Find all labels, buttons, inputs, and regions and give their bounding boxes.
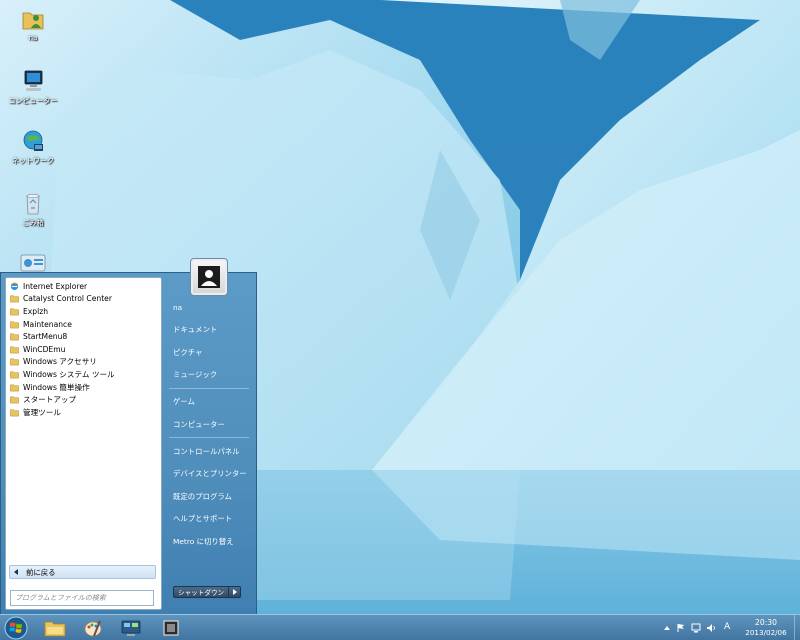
program-item-explzh[interactable]: Explzh (8, 305, 159, 318)
desktop-icon-network[interactable]: ネットワーク (8, 128, 58, 166)
desktop-icon-shortcut[interactable] (20, 254, 46, 272)
menu-item-switch-to-metro[interactable]: Metro に切り替え (169, 532, 251, 550)
taskbar-paint-button[interactable] (76, 617, 110, 639)
program-item-ease-of-access[interactable]: Windows 簡単操作 (8, 381, 159, 394)
ie-icon (10, 282, 19, 290)
taskbar: A 20:30 2013/02/06 (0, 614, 800, 640)
program-item-admin-tools[interactable]: 管理ツール (8, 406, 159, 419)
search-input[interactable] (10, 590, 154, 606)
start-menu-app-icon (20, 254, 46, 272)
menu-item-music[interactable]: ミュージック (169, 365, 251, 383)
folder-icon (10, 308, 19, 316)
folder-icon (10, 321, 19, 328)
start-menu: Internet Explorer Catalyst Control Cente… (0, 259, 257, 614)
program-item-maintenance[interactable]: Maintenance (8, 318, 159, 331)
menu-item-control-panel[interactable]: コントロールパネル (169, 442, 251, 460)
taskbar-explorer-button[interactable] (38, 617, 72, 639)
folder-icon (10, 295, 19, 303)
shutdown-group: シャットダウン (173, 586, 242, 598)
taskbar-control-panel-button[interactable] (114, 617, 148, 639)
network-icon (23, 130, 43, 151)
desktop-icon-computer[interactable]: コンピューター (8, 68, 58, 106)
program-item-system-tools[interactable]: Windows システム ツール (8, 368, 159, 381)
computer-icon (24, 70, 43, 91)
folder-icon (10, 384, 19, 391)
menu-item-games[interactable]: ゲーム (169, 392, 251, 410)
menu-item-documents[interactable]: ドキュメント (169, 320, 251, 338)
program-item-startup[interactable]: スタートアップ (8, 393, 159, 406)
program-item-startmenu8[interactable]: StartMenu8 (8, 330, 159, 343)
show-hidden-icons-icon[interactable] (662, 623, 672, 633)
menu-separator (169, 388, 249, 389)
menu-item-pictures[interactable]: ピクチャ (169, 343, 251, 361)
menu-item-help-support[interactable]: ヘルプとサポート (169, 509, 251, 527)
program-item-accessories[interactable]: Windows アクセサリ (8, 356, 159, 369)
chevron-right-icon (232, 589, 237, 595)
folder-icon (10, 358, 19, 366)
volume-icon[interactable] (706, 623, 716, 633)
clock-time: 20:30 (755, 618, 777, 627)
system-clock[interactable]: 20:30 2013/02/06 (741, 618, 791, 638)
program-item-catalyst[interactable]: Catalyst Control Center (8, 293, 159, 306)
desktop-icon-recycle-bin[interactable]: ごみ箱 (8, 190, 58, 228)
desktop-icon-label: コンピューター (8, 97, 58, 105)
menu-item-computer[interactable]: コンピューター (169, 415, 251, 433)
user-silhouette-icon (198, 266, 220, 288)
back-button[interactable]: 前に戻る (9, 565, 156, 579)
menu-separator (169, 437, 249, 438)
start-menu-programs-pane: Internet Explorer Catalyst Control Cente… (5, 277, 162, 610)
folder-icon (10, 409, 19, 417)
menu-item-devices-printers[interactable]: デバイスとプリンター (169, 464, 251, 482)
shutdown-button[interactable]: シャットダウン (173, 586, 230, 598)
desktop-icon-user[interactable]: na (8, 6, 58, 42)
control-panel-icon (121, 620, 141, 636)
action-center-flag-icon[interactable] (676, 623, 686, 633)
start-button[interactable] (4, 616, 28, 640)
windows-logo-icon (4, 616, 28, 640)
menu-item-default-programs[interactable]: 既定のプログラム (169, 487, 251, 505)
back-arrow-icon (14, 569, 18, 575)
clock-date: 2013/02/06 (745, 628, 787, 637)
user-folder-icon (22, 12, 44, 30)
recycle-bin-icon (26, 194, 40, 215)
desktop-icon-label: ごみ箱 (22, 219, 44, 227)
folder-icon (10, 396, 19, 404)
paint-icon (84, 620, 102, 637)
program-item-internet-explorer[interactable]: Internet Explorer (8, 280, 159, 293)
network-status-icon[interactable] (691, 623, 701, 633)
program-item-wincdemu[interactable]: WinCDEmu (8, 343, 159, 356)
folder-icon (10, 333, 19, 341)
folder-icon (10, 371, 19, 379)
folder-icon (10, 346, 19, 354)
taskbar-app-button[interactable] (154, 617, 188, 639)
desktop-icon-label: na (28, 34, 38, 42)
explorer-icon (44, 621, 66, 637)
shutdown-options-button[interactable] (229, 586, 242, 598)
app-icon (163, 620, 179, 636)
desktop-icon-label: ネットワーク (12, 157, 54, 165)
ime-indicator[interactable]: A (724, 622, 730, 632)
show-desktop-button[interactable] (794, 615, 800, 640)
menu-item-user[interactable]: na (169, 298, 251, 316)
user-picture[interactable] (191, 259, 227, 295)
program-list: Internet Explorer Catalyst Control Cente… (8, 280, 159, 419)
